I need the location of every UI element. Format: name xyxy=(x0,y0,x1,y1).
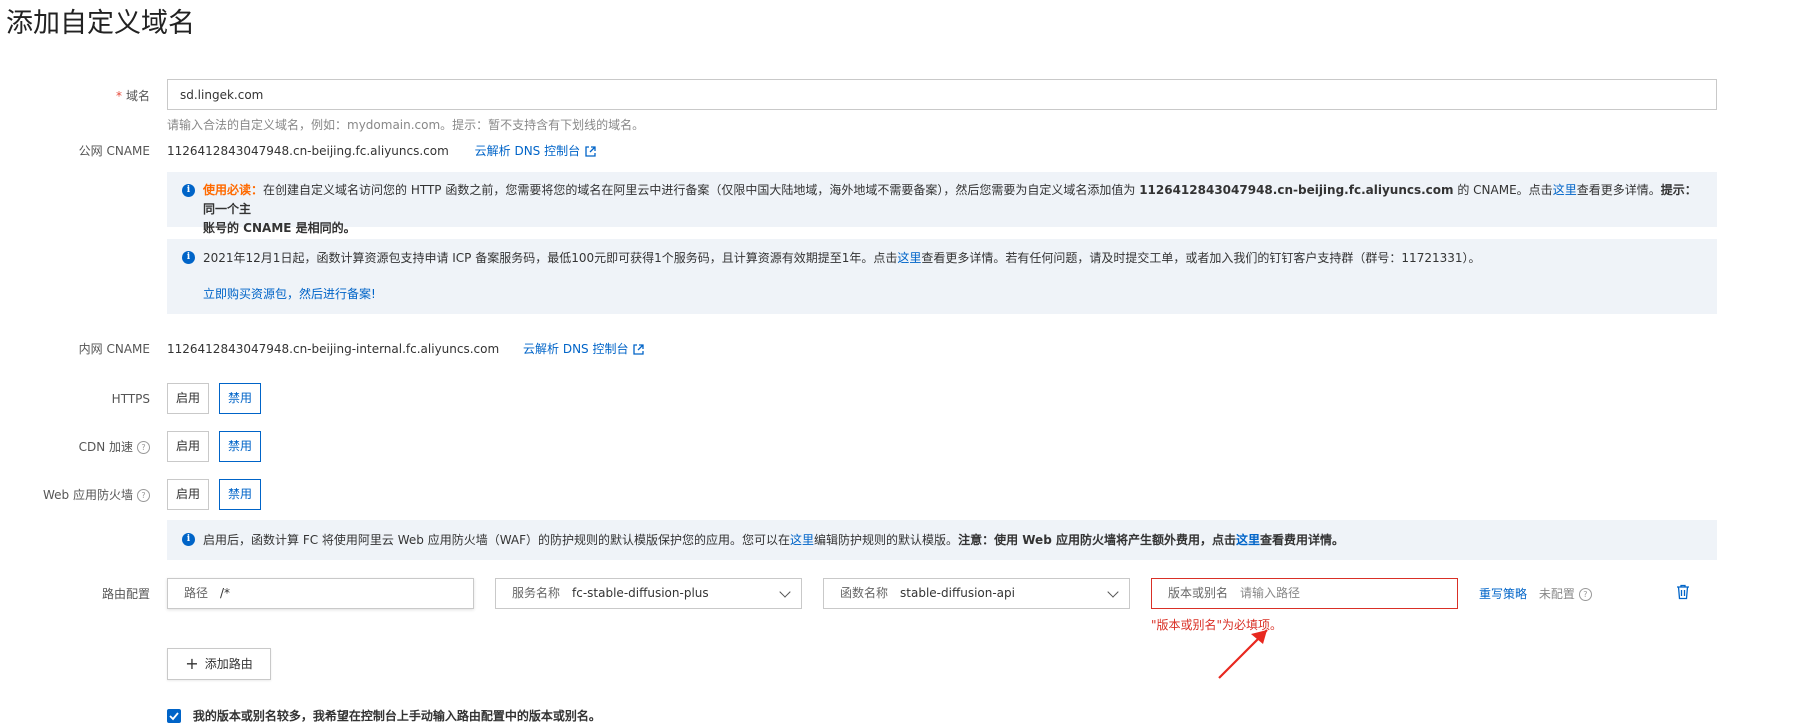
domain-label-text: 域名 xyxy=(125,89,150,103)
notice-waf-text: 启用后，函数计算 FC 将使用阿里云 Web 应用防火墙（WAF）的防护规则的默… xyxy=(203,533,791,547)
function-select[interactable]: 函数名称 stable-diffusion-api xyxy=(823,578,1130,609)
route-path-value: /* xyxy=(220,586,231,600)
notice-usage: i 使用必读：在创建自定义域名访问您的 HTTP 函数之前，您需要将您的域名在阿… xyxy=(167,172,1717,235)
manual-version-checkbox[interactable] xyxy=(167,708,181,723)
rewrite-policy-link[interactable]: 重写策略 xyxy=(1479,587,1527,601)
notice-waf-fee-link[interactable]: 这里 xyxy=(1236,533,1260,547)
domain-label: * 域名 xyxy=(116,88,150,104)
chevron-down-icon xyxy=(779,586,791,598)
plus-icon: + xyxy=(185,654,199,673)
notice-icp: i 2021年12月1日起，函数计算资源包支持申请 ICP 备案服务码，最低10… xyxy=(167,239,1717,314)
required-mark: * xyxy=(115,89,122,103)
https-label: HTTPS xyxy=(111,392,150,406)
https-enable-button[interactable]: 启用 xyxy=(167,383,209,414)
domain-hint: 请输入合法的自定义域名，例如：mydomain.com。提示：暂不支持含有下划线… xyxy=(167,118,645,132)
notice-usage-lead: 使用必读： xyxy=(203,183,264,197)
service-value: fc-stable-diffusion-plus xyxy=(572,586,709,600)
notice-waf-text2: 编辑防护规则的默认模版。 xyxy=(814,533,959,547)
help-icon[interactable]: ? xyxy=(137,441,150,454)
route-label: 路由配置 xyxy=(101,587,150,601)
service-prefix: 服务名称 xyxy=(512,586,561,600)
notice-icp-text: 2021年12月1日起，函数计算资源包支持申请 ICP 备案服务码，最低100元… xyxy=(203,251,898,265)
help-icon[interactable]: ? xyxy=(137,489,150,502)
notice-waf: i 启用后，函数计算 FC 将使用阿里云 Web 应用防火墙（WAF）的防护规则… xyxy=(167,520,1717,560)
notice-usage-cname: 1126412843047948.cn-beijing.fc.aliyuncs.… xyxy=(1139,183,1454,197)
public-cname-row: 1126412843047948.cn-beijing.fc.aliyuncs.… xyxy=(167,143,596,159)
notice-waf-link[interactable]: 这里 xyxy=(790,533,814,547)
cdn-disable-button[interactable]: 禁用 xyxy=(219,431,261,462)
notice-usage-link[interactable]: 这里 xyxy=(1553,183,1577,197)
waf-disable-button[interactable]: 禁用 xyxy=(219,479,261,510)
buy-resource-link[interactable]: 立即购买资源包，然后进行备案! xyxy=(203,287,376,301)
internal-cname-value: 1126412843047948.cn-beijing-internal.fc.… xyxy=(167,342,500,356)
info-icon: i xyxy=(182,533,195,546)
cdn-label: CDN 加速? xyxy=(79,439,150,455)
notice-usage-text3: 查看更多详情。 xyxy=(1576,183,1661,197)
notice-icp-link[interactable]: 这里 xyxy=(897,251,921,265)
internal-cname-label: 内网 CNAME xyxy=(78,342,150,356)
notice-waf-warn: 注意：使用 Web 应用防火墙将产生额外费用，点击 xyxy=(958,533,1236,547)
version-alias-input[interactable]: 版本或别名 请输入路径 xyxy=(1151,578,1458,609)
help-icon[interactable]: ? xyxy=(1578,588,1592,601)
notice-usage-text: 在创建自定义域名访问您的 HTTP 函数之前，您需要将您的域名在阿里云中进行备案… xyxy=(263,183,1140,197)
notice-icp-text2: 查看更多详情。若有任何问题，请及时提交工单，或者加入我们的钉钉客户支持群（群号：… xyxy=(921,251,1481,265)
domain-input[interactable] xyxy=(167,79,1717,110)
cdn-label-text: CDN 加速 xyxy=(78,440,133,454)
add-route-label: 添加路由 xyxy=(204,657,253,671)
notice-usage-text2: 的 CNAME。点击 xyxy=(1453,183,1553,197)
external-link-icon[interactable] xyxy=(585,146,596,157)
internal-dns-console-link[interactable]: 云解析 DNS 控制台 xyxy=(523,342,628,356)
arrow-annotation xyxy=(1218,629,1268,679)
https-disable-button[interactable]: 禁用 xyxy=(219,383,261,414)
page-title: 添加自定义域名 xyxy=(6,8,195,39)
waf-enable-button[interactable]: 启用 xyxy=(167,479,209,510)
add-route-button[interactable]: + 添加路由 xyxy=(167,648,271,680)
route-path-prefix: 路径 xyxy=(184,586,209,600)
public-cname-value: 1126412843047948.cn-beijing.fc.aliyuncs.… xyxy=(167,144,449,158)
function-prefix: 函数名称 xyxy=(840,586,889,600)
info-icon: i xyxy=(182,251,195,264)
manual-version-text: 我的版本或别名较多，我希望在控制台上手动输入路由配置中的版本或别名。 xyxy=(192,709,601,723)
cdn-enable-button[interactable]: 启用 xyxy=(167,431,209,462)
waf-label-text: Web 应用防火墙 xyxy=(43,488,133,502)
notice-waf-warn2: 查看费用详情。 xyxy=(1259,533,1344,547)
internal-cname-row: 1126412843047948.cn-beijing-internal.fc.… xyxy=(167,341,645,357)
check-icon xyxy=(169,711,179,720)
version-prefix: 版本或别名 xyxy=(1168,586,1229,600)
function-value: stable-diffusion-api xyxy=(900,586,1015,600)
external-link-icon[interactable] xyxy=(633,344,645,355)
route-path-input[interactable]: 路径 /* xyxy=(167,578,474,609)
public-dns-console-link[interactable]: 云解析 DNS 控制台 xyxy=(475,144,580,158)
version-placeholder: 请输入路径 xyxy=(1240,586,1301,600)
trash-icon[interactable] xyxy=(1676,584,1690,600)
info-icon: i xyxy=(182,184,195,197)
rewrite-status: 未配置 xyxy=(1538,587,1575,601)
manual-version-row: 我的版本或别名较多，我希望在控制台上手动输入路由配置中的版本或别名。 xyxy=(167,707,601,724)
rewrite-row: 重写策略 未配置? xyxy=(1479,586,1592,602)
notice-usage-tip2: 账号的 CNAME 是相同的。 xyxy=(203,221,356,235)
chevron-down-icon xyxy=(1107,586,1119,598)
waf-label: Web 应用防火墙? xyxy=(43,487,150,503)
service-select[interactable]: 服务名称 fc-stable-diffusion-plus xyxy=(495,578,802,609)
public-cname-label: 公网 CNAME xyxy=(78,144,150,158)
